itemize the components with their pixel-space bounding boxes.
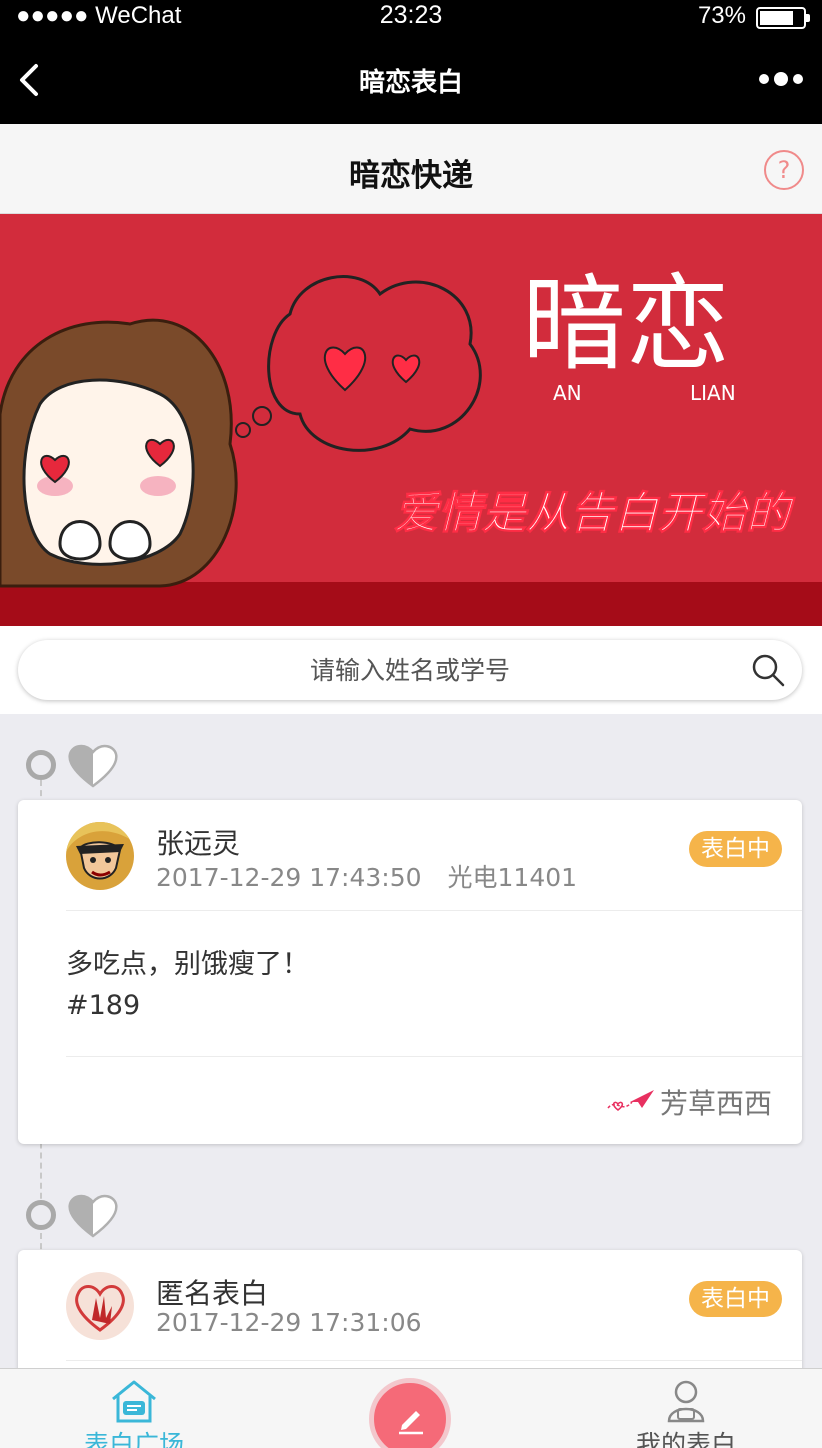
paper-plane-icon <box>607 1090 654 1111</box>
timeline-marker <box>26 742 126 792</box>
status-bar: ●●●●● WeChat 23:23 73% <box>0 0 822 34</box>
banner-logo-an: AN <box>553 381 582 405</box>
timeline-dot-icon <box>26 750 56 780</box>
search-icon[interactable] <box>750 652 786 688</box>
divider <box>66 1056 802 1057</box>
post-card[interactable]: 张远灵 2017-12-29 17:43:50 光电11401 表白中 多吃点，别… <box>18 800 802 1144</box>
post-time: 2017-12-29 17:43:50 <box>156 863 422 892</box>
battery-icon <box>756 7 810 29</box>
post-message-text: 多吃点，别饿瘦了！ <box>66 949 309 980</box>
tab-my-confessions[interactable]: 我的表白 <box>606 1369 766 1448</box>
like-heart-icon[interactable] <box>66 742 120 790</box>
page: ●●●●● WeChat 23:23 73% 暗恋表白 暗恋快递 ? 暗恋 AN… <box>0 0 822 1448</box>
post-name: 匿名表白 <box>156 1277 269 1310</box>
page-header: 暗恋快递 ? <box>0 124 822 214</box>
avatar[interactable] <box>66 822 134 890</box>
tab-label: 表白广场 <box>83 1430 184 1448</box>
post-meta: 2017-12-29 17:31:06 <box>156 1308 422 1337</box>
banner-image[interactable]: 暗恋 AN LIAN 爱情是从告白开始的 <box>0 214 822 626</box>
avatar[interactable] <box>66 1272 134 1340</box>
nav-title: 暗恋表白 <box>358 68 463 98</box>
timeline-marker <box>26 1192 126 1242</box>
nav-bar: 暗恋表白 <box>0 34 822 124</box>
post-class: 光电11401 <box>447 863 578 892</box>
divider <box>66 910 802 911</box>
search-bar[interactable] <box>18 640 802 700</box>
status-badge: 表白中 <box>689 831 782 867</box>
tab-label: 我的表白 <box>635 1430 736 1448</box>
post-name: 张远灵 <box>156 827 241 860</box>
banner-logo-lian: LIAN <box>690 381 736 405</box>
post-message: 多吃点，别饿瘦了！ #189 <box>66 944 309 1026</box>
help-icon[interactable]: ? <box>764 150 804 190</box>
status-badge: 表白中 <box>689 1281 782 1317</box>
timeline-dot-icon <box>26 1200 56 1230</box>
post-meta: 2017-12-29 17:43:50 光电11401 <box>156 858 577 894</box>
banner-slogan: 爱情是从告白开始的 <box>394 488 796 539</box>
search-section <box>0 626 822 714</box>
page-title: 暗恋快递 <box>349 158 473 194</box>
post-sender: 芳草西西 <box>659 1087 772 1120</box>
like-heart-icon[interactable] <box>66 1192 120 1240</box>
banner-logo: 暗恋 <box>522 263 730 385</box>
person-icon <box>667 1380 705 1423</box>
home-message-icon <box>112 1380 156 1423</box>
post-number: #189 <box>66 990 141 1021</box>
divider <box>66 1360 802 1361</box>
pencil-icon <box>399 1411 423 1435</box>
tab-confession-square[interactable]: 表白广场 <box>54 1369 214 1448</box>
search-input[interactable] <box>18 640 802 700</box>
more-icon[interactable] <box>758 70 804 88</box>
battery-percent: 73% <box>697 2 746 29</box>
post-time: 2017-12-29 17:31:06 <box>156 1308 422 1337</box>
